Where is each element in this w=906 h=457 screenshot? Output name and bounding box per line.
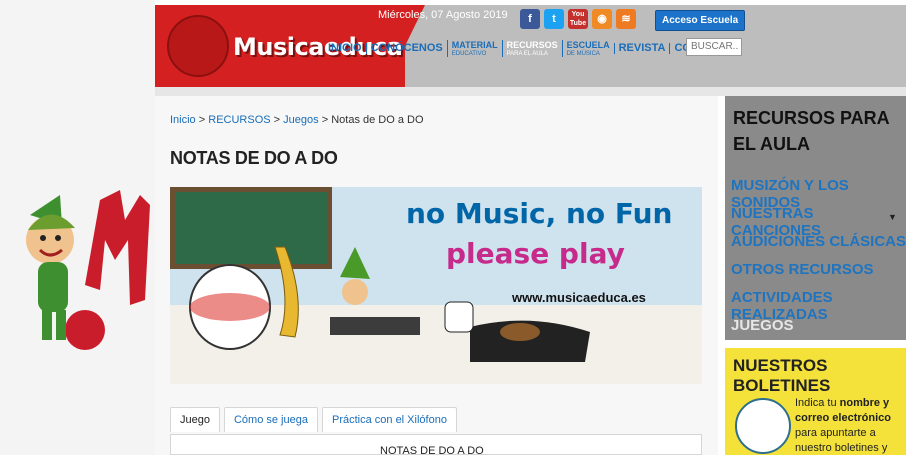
banner-url: www.musicaeduca.es <box>512 290 646 305</box>
breadcrumb-home-link[interactable]: Inicio <box>170 114 196 126</box>
page-title: NOTAS DE DO A DO <box>170 148 338 168</box>
facebook-icon[interactable]: f <box>520 9 540 29</box>
nav-label: INICIO <box>328 42 362 54</box>
sidebar-item-juegos[interactable]: JUEGOS <box>731 317 794 334</box>
breadcrumb-separator: > <box>273 114 281 126</box>
newsletter-text-part: para apuntarte a nuestro boletines y <box>795 427 888 454</box>
nav-label: MATERIAL <box>451 40 498 50</box>
tab-juego[interactable]: Juego <box>170 407 220 432</box>
nav-label: ESCUELA <box>566 40 610 50</box>
breadcrumb-category-link[interactable]: Juegos <box>283 114 318 126</box>
logo-mascot-icon[interactable] <box>167 15 229 77</box>
breadcrumb-separator: > <box>321 114 329 126</box>
current-date: Miércoles, 07 Agosto 2019 <box>378 9 508 21</box>
mascot-illustration <box>26 190 150 350</box>
newsletter-text: Indica tu nombre y correo electrónico pa… <box>795 396 903 456</box>
banner-slogan-line1: no Music, no Fun <box>406 197 673 230</box>
sidebar-item-audiciones[interactable]: AUDICIONES CLÁSICAS <box>731 233 906 250</box>
nav-item-revista[interactable]: REVISTA <box>613 42 670 54</box>
header-divider <box>155 87 906 96</box>
sidebar-item-otros-recursos[interactable]: OTROS RECURSOS <box>731 261 874 278</box>
twitter-icon[interactable]: t <box>544 9 564 29</box>
banner-slogan-line2: please play <box>446 237 625 270</box>
rss-icon[interactable]: ≋ <box>616 9 636 29</box>
ivoox-icon[interactable]: ◉ <box>592 9 612 29</box>
sidebar-title: RECURSOS PARA EL AULA <box>733 108 890 154</box>
school-access-button[interactable]: Acceso Escuela <box>655 10 746 31</box>
promo-banner: no Music, no Fun please play www.musicae… <box>170 187 702 384</box>
newsletter-title: NUESTROS BOLETINES <box>733 356 831 395</box>
youtube-icon[interactable]: You Tube <box>568 9 588 29</box>
newsletter-text-part: Indica tu <box>795 397 840 409</box>
breadcrumb-current: Notas de DO a DO <box>331 114 424 126</box>
newsletter-mascot-icon <box>735 398 791 454</box>
nav-label: CONÓCENOS <box>370 42 443 54</box>
nav-item-conocenos[interactable]: CONÓCENOS <box>365 42 447 54</box>
chevron-down-icon[interactable]: ▼ <box>888 212 897 222</box>
social-links: f t You Tube ◉ ≋ <box>520 9 636 29</box>
nav-item-escuela-de-musica[interactable]: ESCUELA DE MÚSICA <box>561 40 614 57</box>
breadcrumb-section-link[interactable]: RECURSOS <box>208 114 270 126</box>
nav-label: RECURSOS <box>506 40 558 50</box>
nav-item-recursos[interactable]: RECURSOS PARA EL AULA <box>501 40 562 57</box>
nav-item-inicio[interactable]: INICIO <box>324 43 366 54</box>
main-nav: INICIO CONÓCENOS MATERIAL EDUCATIVO RECU… <box>324 40 740 57</box>
search-input[interactable] <box>686 38 742 56</box>
nav-sublabel: PARA EL AULA <box>506 51 548 57</box>
nav-label: REVISTA <box>618 42 666 54</box>
nav-sublabel: EDUCATIVO <box>451 51 487 57</box>
tab-como-se-juega[interactable]: Cómo se juega <box>223 407 318 432</box>
game-tabs: Juego Cómo se juega Práctica con el Xiló… <box>170 407 457 432</box>
tab-practica-xilofono[interactable]: Práctica con el Xilófono <box>321 407 457 432</box>
breadcrumb-separator: > <box>198 114 206 126</box>
nav-item-material-educativo[interactable]: MATERIAL EDUCATIVO <box>446 40 502 57</box>
nav-sublabel: DE MÚSICA <box>566 51 600 57</box>
breadcrumb: Inicio > RECURSOS > Juegos > Notas de DO… <box>170 114 424 126</box>
tab-panel-title: NOTAS DE DO A DO <box>380 445 484 457</box>
